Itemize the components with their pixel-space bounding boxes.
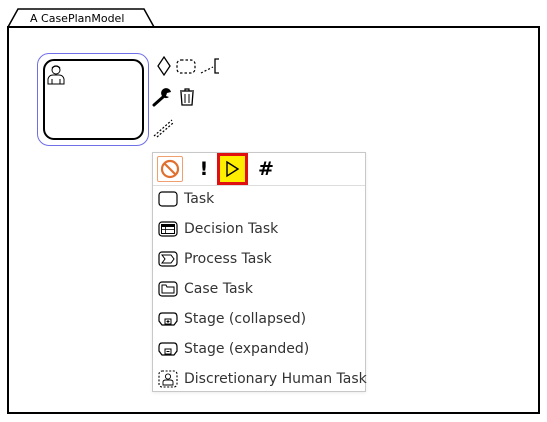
required-rule-button[interactable]: ! <box>191 156 217 182</box>
menu-entry-stage-expanded[interactable]: Stage (expanded) <box>153 334 365 364</box>
play-icon <box>226 160 240 178</box>
task-icon <box>158 191 178 207</box>
manual-activation-icon <box>160 159 180 179</box>
menu-entry-case-task[interactable]: Case Task <box>153 274 365 304</box>
replace-menu: ! # Task Decision Task Process Task Case… <box>152 152 367 394</box>
menu-entry-decision-task[interactable]: Decision Task <box>153 214 365 244</box>
stage-expanded-icon <box>158 342 178 356</box>
menu-entry-label: Stage (collapsed) <box>184 311 307 327</box>
menu-entry-label: Stage (expanded) <box>184 341 310 357</box>
connector-annotation-icon[interactable] <box>199 55 221 77</box>
menu-entry-label: Discretionary Human Task <box>184 371 367 387</box>
plan-model-name: A CasePlanModel <box>30 12 125 25</box>
menu-entry-label: Decision Task <box>184 221 279 237</box>
repetition-rule-button[interactable]: # <box>253 156 279 182</box>
trash-icon[interactable] <box>176 86 198 108</box>
auto-complete-button[interactable] <box>217 153 248 185</box>
discretionary-human-task-icon <box>158 370 178 388</box>
decision-task-icon <box>158 221 178 237</box>
dashed-box-icon[interactable] <box>175 55 197 77</box>
menu-entry-discretionary-human-task[interactable]: Discretionary Human Task <box>153 364 367 394</box>
menu-header: ! # <box>153 153 365 186</box>
case-task-icon <box>158 281 178 297</box>
diamond-icon[interactable] <box>153 55 175 77</box>
stage-collapsed-icon <box>158 312 178 326</box>
wrench-icon[interactable] <box>152 86 174 108</box>
menu-entry-label: Case Task <box>184 281 253 297</box>
manual-activation-button[interactable] <box>157 156 183 182</box>
menu-entry-task[interactable]: Task <box>153 184 365 214</box>
menu-entry-label: Task <box>184 191 215 207</box>
menu-entry-process-task[interactable]: Process Task <box>153 244 365 274</box>
user-icon <box>47 65 65 85</box>
menu-entry-label: Process Task <box>184 251 272 267</box>
process-task-icon <box>158 251 178 267</box>
menu-entry-stage-collapsed[interactable]: Stage (collapsed) <box>153 304 365 334</box>
dashed-connection-icon[interactable] <box>152 116 174 138</box>
